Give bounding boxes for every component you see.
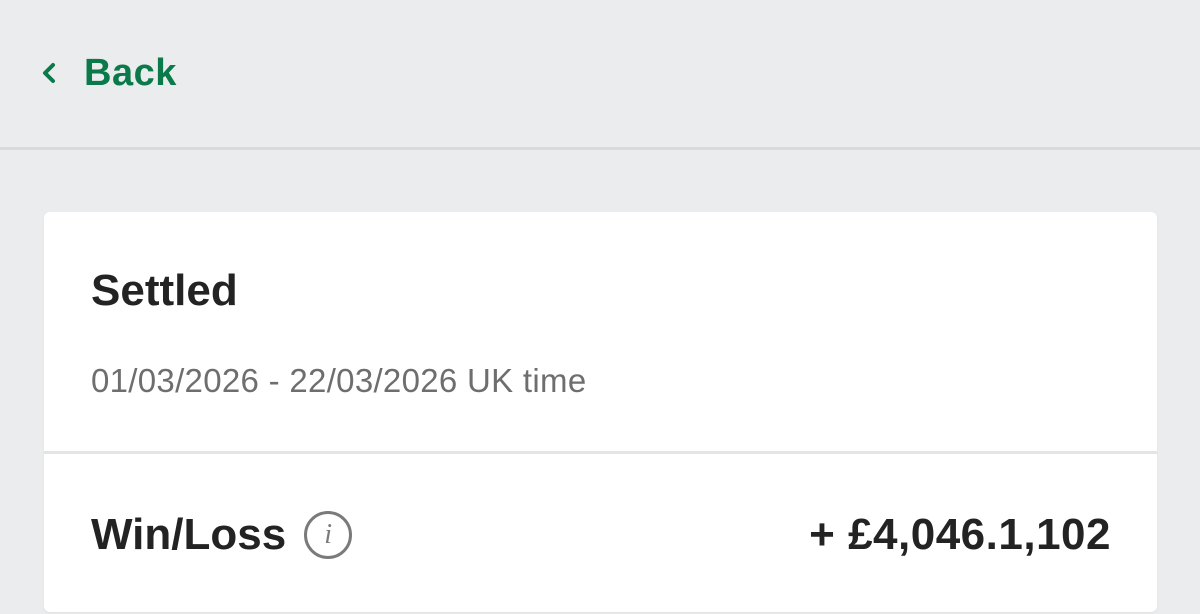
- info-icon[interactable]: i: [304, 511, 353, 559]
- back-button[interactable]: Back: [40, 48, 177, 98]
- card-header: Settled 01/03/2026 - 22/03/2026 UK time: [44, 212, 1157, 454]
- chevron-left-icon: [40, 60, 62, 86]
- win-loss-label-group: Win/Loss i: [91, 510, 353, 560]
- win-loss-row: Win/Loss i + £4,046.1,102: [44, 454, 1157, 614]
- win-loss-value: + £4,046.1,102: [809, 510, 1111, 559]
- top-bar: Back: [0, 0, 1200, 150]
- win-loss-label: Win/Loss: [91, 510, 287, 559]
- card-title: Settled: [91, 266, 238, 315]
- info-glyph: i: [324, 519, 333, 550]
- settled-card: Settled 01/03/2026 - 22/03/2026 UK time …: [44, 212, 1157, 612]
- date-range: 01/03/2026 - 22/03/2026 UK time: [91, 362, 587, 399]
- back-label: Back: [84, 51, 177, 94]
